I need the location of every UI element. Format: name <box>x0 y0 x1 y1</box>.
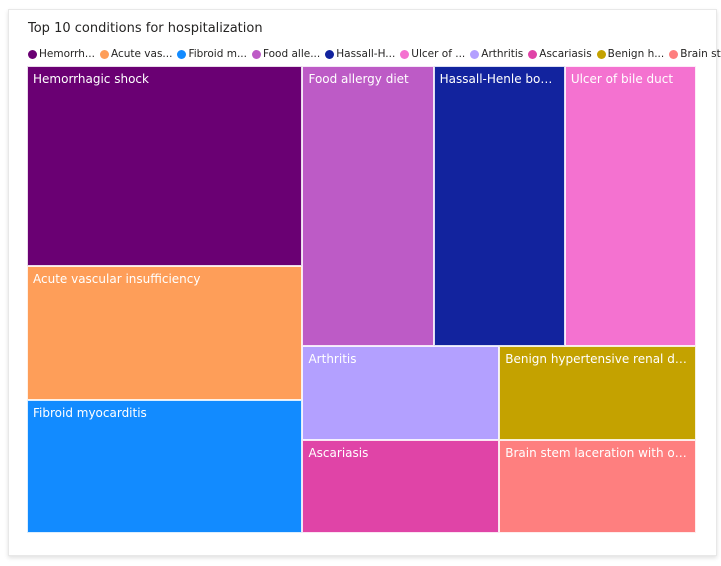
legend-item[interactable]: Ulcer of ... <box>400 48 465 60</box>
legend-dot-icon <box>177 49 187 59</box>
tile-label: Arthritis <box>308 352 357 367</box>
legend-label: Ulcer of ... <box>411 48 466 60</box>
treemap-plot: Hemorrhagic shock Acute vascular insuffic… <box>27 66 696 533</box>
treemap-tile[interactable]: Ascariasis <box>302 439 500 533</box>
tile-label: Food allergy diet <box>308 72 409 86</box>
legend-dot-icon <box>325 49 335 59</box>
legend-label: Brain ste... <box>680 48 721 60</box>
legend-label: Hassall-H... <box>336 48 396 60</box>
legend-dot-icon <box>528 49 538 59</box>
tile-label: Fibroid myocarditis <box>33 405 147 420</box>
legend-item[interactable]: Brain ste... <box>669 48 721 60</box>
legend-item[interactable]: Ascariasis <box>528 48 592 60</box>
legend-dot-icon <box>596 49 606 59</box>
tile-label: Ascariasis <box>308 445 369 460</box>
tile-label: Hemorrhagic shock <box>33 72 149 86</box>
legend-label: Benign h... <box>607 48 665 60</box>
treemap-tile[interactable]: Hassall-Henle bodies <box>433 66 565 347</box>
tile-label: Hassall-Henle bodies <box>439 72 559 86</box>
legend-label: Acute vas... <box>110 48 173 60</box>
tile-label: Brain stem laceration with open i... <box>505 445 690 460</box>
legend-dot-icon <box>28 49 37 59</box>
treemap-tile[interactable]: Fibroid myocarditis <box>27 399 303 533</box>
treemap-tile[interactable]: Brain stem laceration with open i... <box>499 439 696 533</box>
legend-label: Food alle... <box>262 48 321 60</box>
legend-item[interactable]: Arthritis <box>470 48 523 60</box>
legend-dot-icon <box>470 49 480 59</box>
legend-item[interactable]: Hassall-H... <box>325 48 395 60</box>
legend-label: Fibroid m... <box>188 48 247 60</box>
legend-dot-icon <box>669 49 679 59</box>
treemap-tile[interactable]: Benign hypertensive renal disease <box>499 346 696 440</box>
treemap-tile[interactable]: Hemorrhagic shock <box>27 66 303 267</box>
treemap-tile[interactable]: Food allergy diet <box>302 66 434 347</box>
legend-dot-icon <box>99 49 109 59</box>
tile-label: Acute vascular insufficiency <box>33 272 201 287</box>
legend-item[interactable]: Hemorrh... <box>28 48 95 60</box>
treemap-tile[interactable]: Acute vascular insufficiency <box>27 266 303 400</box>
legend-label: Ascariasis <box>539 48 592 60</box>
tile-label: Ulcer of bile duct <box>570 72 674 86</box>
chart-card: Top 10 conditions for hospitalization He… <box>8 9 721 556</box>
legend-item[interactable]: Acute vas... <box>99 48 173 60</box>
legend-label: Arthritis <box>481 48 524 60</box>
legend-dot-icon <box>251 49 261 59</box>
legend: Hemorrh... Acute vas... Fibroid m... Food a… <box>28 47 721 61</box>
tile-label: Benign hypertensive renal disease <box>505 352 690 367</box>
legend-item[interactable]: Benign h... <box>596 48 665 60</box>
treemap-tile[interactable]: Arthritis <box>302 346 500 440</box>
legend-dot-icon <box>400 49 410 59</box>
chart-title: Top 10 conditions for hospitalization <box>28 21 263 36</box>
legend-item[interactable]: Food alle... <box>251 48 321 60</box>
legend-label: Hemorrh... <box>39 48 95 60</box>
treemap-tile[interactable]: Ulcer of bile duct <box>564 66 696 347</box>
legend-item[interactable]: Fibroid m... <box>177 48 247 60</box>
